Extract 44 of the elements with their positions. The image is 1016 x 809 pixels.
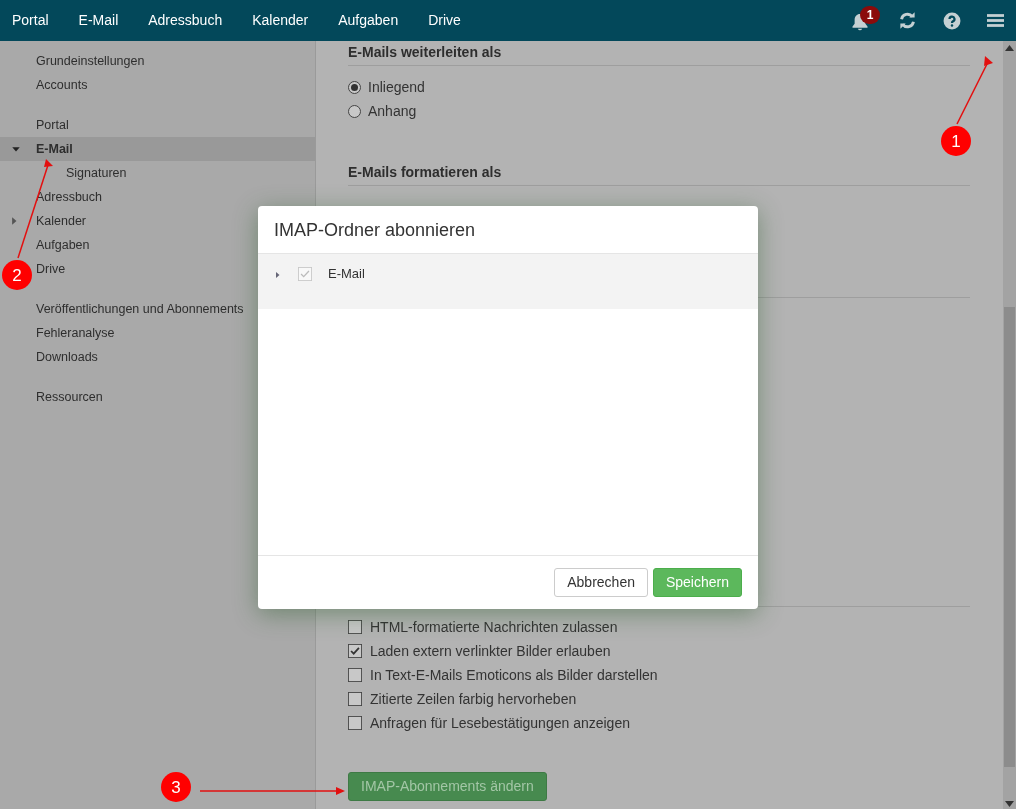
option-label: Anhang	[368, 101, 417, 121]
radio-button[interactable]	[348, 80, 361, 94]
checkbox-label: Laden extern verlinkter Bilder erlauben	[370, 641, 611, 661]
scroll-down-icon[interactable]	[1005, 801, 1014, 807]
annotation-marker	[941, 126, 971, 156]
scroll-up-icon[interactable]	[1005, 45, 1014, 51]
caret-down-icon[interactable]	[11, 144, 21, 154]
refresh-icon[interactable]	[898, 11, 917, 30]
sidebar-item[interactable]: Grundeinstellungen	[0, 49, 315, 73]
checkbox[interactable]	[348, 620, 362, 634]
sidebar-item[interactable]: Signaturen	[0, 161, 315, 185]
checkbox[interactable]	[348, 716, 362, 730]
annotation-number: 1	[951, 132, 961, 151]
checkbox[interactable]	[348, 644, 362, 658]
radio-button[interactable]	[348, 104, 361, 118]
checkbox-label: HTML-formatierte Nachrichten zulassen	[370, 617, 618, 637]
notification-badge: 1	[860, 5, 880, 24]
section-heading: E-Mails formatieren als	[348, 163, 970, 186]
checkbox[interactable]	[348, 692, 362, 706]
sidebar-item[interactable]: Portal	[0, 113, 315, 137]
annotation-marker	[2, 260, 32, 290]
folder-label: E-Mail	[328, 267, 365, 281]
nav-link[interactable]: Aufgaben	[328, 0, 409, 41]
caret-right-icon[interactable]	[9, 216, 19, 226]
help-icon[interactable]	[943, 11, 961, 30]
checkbox-label: Anfragen für Lesebestätigungen anzeigen	[370, 713, 630, 733]
annotation-marker	[161, 772, 191, 802]
nav-link[interactable]: E-Mail	[68, 0, 129, 41]
checkbox-label: Zitierte Zeilen farbig hervorheben	[370, 689, 577, 709]
sidebar-item[interactable]: Accounts	[0, 73, 315, 97]
menu-icon[interactable]	[987, 12, 1004, 29]
checkbox-label: In Text-E-Mails Emoticons als Bilder darstellen	[370, 665, 658, 685]
annotation-number: 3	[171, 778, 181, 797]
annotation-number: 2	[12, 266, 22, 285]
option-label: Inliegend	[368, 77, 425, 97]
cancel-button[interactable]: Abbrechen	[554, 568, 648, 597]
checkbox[interactable]	[348, 668, 362, 682]
nav-link[interactable]: Kalender	[242, 0, 319, 41]
sidebar-item[interactable]: E-Mail	[0, 137, 315, 161]
nav-link[interactable]: Drive	[418, 0, 471, 41]
annotation-arrow	[956, 56, 993, 125]
nav-link[interactable]: Adressbuch	[138, 0, 233, 41]
section-heading: E-Mails weiterleiten als	[348, 43, 970, 66]
nav-link[interactable]: Portal	[2, 0, 59, 41]
